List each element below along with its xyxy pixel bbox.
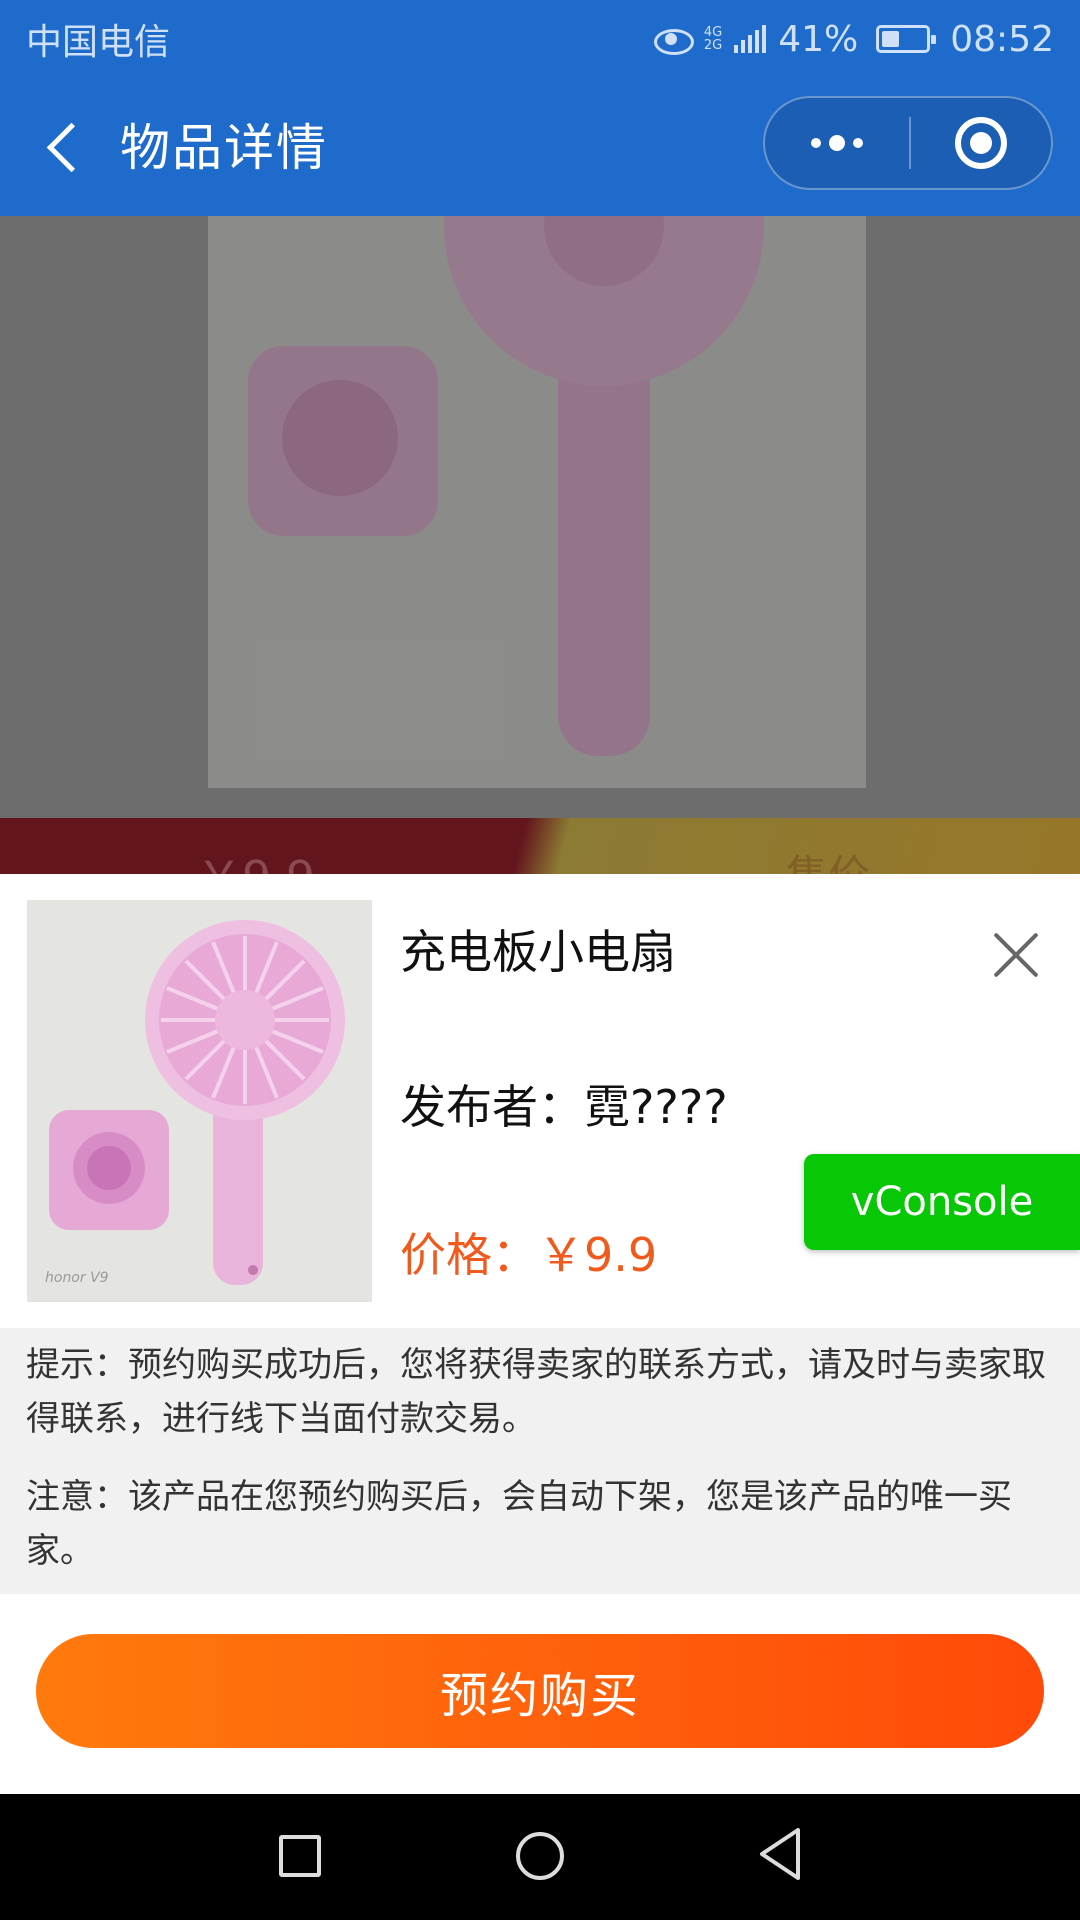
purchase-notes: 提示：预约购买成功后，您将获得卖家的联系方式，请及时与卖家取得联系，进行线下当面… [0,1328,1080,1594]
back-triangle-icon[interactable] [756,1824,804,1884]
battery-percent: 41% [778,18,859,60]
clock: 08:52 [950,18,1054,60]
more-menu-button[interactable] [765,98,909,188]
target-circle-icon [955,117,1007,169]
thumbnail-watermark: honor V9 [45,1270,109,1286]
navigation-bar: 物品详情 [0,78,1080,216]
signal-icon [734,25,767,53]
recents-square-icon[interactable] [279,1835,321,1877]
close-miniprogram-button[interactable] [911,98,1051,188]
product-publisher: 发布者：霓???? [400,1080,728,1134]
home-circle-icon[interactable] [516,1832,564,1880]
close-icon[interactable] [990,930,1042,982]
reserve-purchase-button[interactable]: 预约购买 [36,1634,1044,1748]
background-content: ￥9.9 售价 [0,216,1080,874]
app-screen: 中国电信 4G 2G 41% 08:52 物品详情 honor V9 充电板小电… [0,0,1080,1920]
network-type: 4G 2G [704,26,722,52]
product-price: 价格：￥9.9 [400,1227,657,1283]
back-arrow-icon[interactable] [40,116,90,176]
product-thumbnail: honor V9 [27,900,372,1302]
eye-comfort-icon [652,25,694,55]
battery-fill [882,31,900,47]
battery-icon [876,25,937,53]
network-2g: 2G [703,38,723,53]
price-value: ￥9.9 [538,1228,658,1282]
fan-thumbnail-illustration [27,900,372,1302]
warning-note: 注意：该产品在您预约购买后，会自动下架，您是该产品的唯一买家。 [26,1477,1012,1571]
modal-overlay[interactable] [0,216,1080,874]
purchase-sheet: honor V9 充电板小电扇 发布者：霓???? 价格：￥9.9 vConso… [0,874,1080,1794]
page-title: 物品详情 [120,119,328,177]
system-navigation-bar [0,1794,1080,1920]
status-icons: 4G 2G 41% 08:52 [652,19,1054,60]
carrier-name: 中国电信 [26,22,171,63]
vconsole-button[interactable]: vConsole [804,1154,1080,1250]
price-label: 价格： [400,1228,538,1282]
miniprogram-capsule [763,96,1053,190]
product-title: 充电板小电扇 [400,925,676,979]
status-bar: 中国电信 4G 2G 41% 08:52 [0,0,1080,78]
tip-note: 提示：预约购买成功后，您将获得卖家的联系方式，请及时与卖家取得联系，进行线下当面… [26,1345,1046,1439]
